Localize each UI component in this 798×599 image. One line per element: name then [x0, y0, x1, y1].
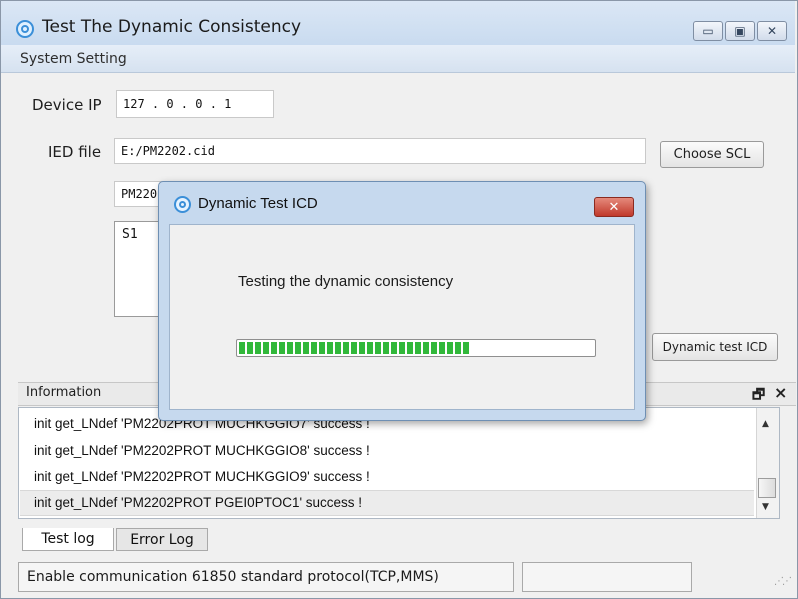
device-ip-input[interactable]: 127 . 0 . 0 . 1 — [116, 90, 274, 118]
scroll-up-icon[interactable]: ▲ — [762, 419, 769, 429]
progress-bar — [236, 339, 596, 357]
ied-file-label: IED file — [48, 143, 102, 161]
tab-error-log[interactable]: Error Log — [116, 528, 208, 551]
ied-file-input[interactable]: E:/PM2202.cid — [114, 138, 646, 164]
dialog-title: Dynamic Test ICD — [198, 195, 318, 212]
close-window-button[interactable]: ✕ — [757, 21, 787, 41]
close-icon: ✕ — [608, 199, 620, 215]
window-title: Test The Dynamic Consistency — [42, 17, 302, 37]
dialog-body — [169, 224, 635, 410]
log-line[interactable]: init get_LNdef 'PM2202PROT MUCHKGGIO8' s… — [34, 443, 370, 458]
device-ip-label: Device IP — [32, 96, 102, 114]
resize-grip-icon[interactable]: ⋰⋰ — [774, 576, 792, 587]
list-item[interactable]: S1 — [122, 227, 138, 242]
minimize-button[interactable]: ▭ — [693, 21, 723, 41]
status-bar-text: Enable communication 61850 standard prot… — [18, 562, 514, 592]
menu-item-system-setting[interactable]: System Setting — [20, 51, 127, 67]
progress-fill — [239, 342, 469, 354]
tab-test-log[interactable]: Test log — [22, 528, 114, 551]
log-line[interactable]: init get_LNdef 'PM2202PROT PGEI0PTOC1' s… — [34, 495, 362, 510]
choose-scl-button[interactable]: Choose SCL — [660, 141, 764, 168]
app-logo-icon — [16, 20, 34, 38]
dialog-message: Testing the dynamic consistency — [238, 273, 454, 290]
dialog-logo-icon — [174, 196, 191, 213]
maximize-icon: ▣ — [734, 24, 746, 38]
scroll-thumb[interactable] — [758, 478, 776, 498]
close-icon: ✕ — [766, 24, 778, 38]
scroll-down-icon[interactable]: ▼ — [762, 502, 769, 512]
log-line[interactable]: init get_LNdef 'PM2202PROT MUCHKGGIO9' s… — [34, 469, 370, 484]
close-pane-icon[interactable]: × — [774, 383, 787, 402]
minimize-icon: ▭ — [702, 24, 714, 38]
status-bar-secondary — [522, 562, 692, 592]
dynamic-test-icd-button[interactable]: Dynamic test ICD — [652, 333, 778, 361]
information-pane-title: Information — [26, 385, 102, 400]
maximize-button[interactable]: ▣ — [725, 21, 755, 41]
dialog-close-button[interactable]: ✕ — [594, 197, 634, 217]
float-pane-icon[interactable]: 🗗 — [752, 384, 765, 408]
